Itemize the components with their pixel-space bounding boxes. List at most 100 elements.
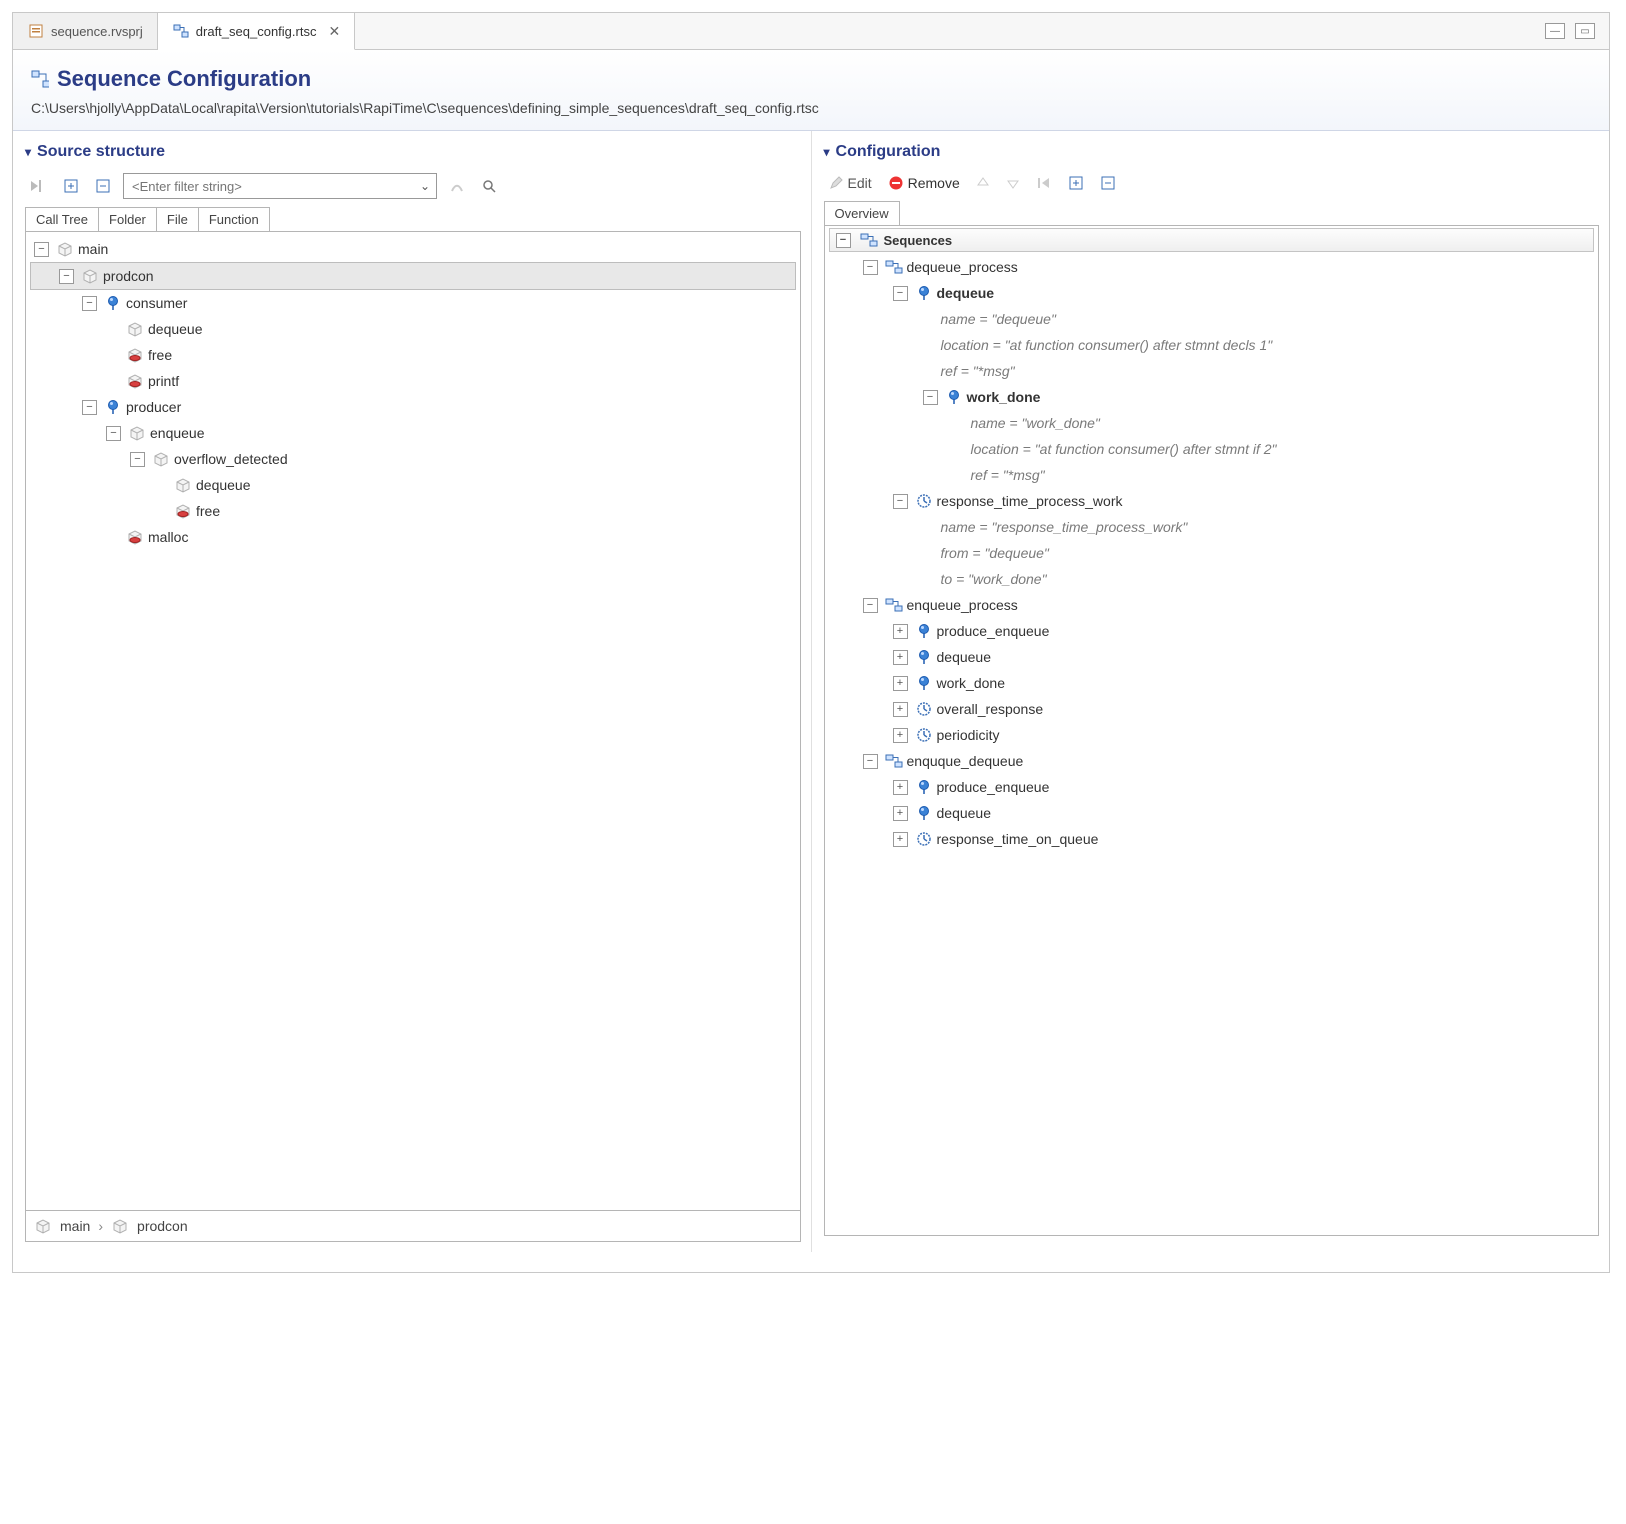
expand-toggle[interactable]: + (893, 806, 908, 821)
tree-node[interactable]: free (30, 498, 796, 524)
filter-text-input[interactable] (130, 178, 420, 195)
collapse-toggle[interactable]: − (863, 754, 878, 769)
seq-icon (885, 752, 903, 770)
collapse-toggle[interactable]: − (893, 286, 908, 301)
config-node-label: response_time_process_work (937, 493, 1123, 509)
source-tree[interactable]: −main−prodcon−consumerdequeuefreeprintf−… (25, 231, 801, 1211)
config-node[interactable]: −enquque_dequeue (827, 748, 1597, 774)
collapse-toggle[interactable]: − (106, 426, 121, 441)
editor-body: ▾ Source structure ⌄ (13, 131, 1609, 1252)
move-down-button[interactable] (1002, 174, 1024, 192)
config-property: ref = "*msg" (827, 462, 1597, 488)
config-node[interactable]: +produce_enqueue (827, 774, 1597, 800)
collapse-toggle[interactable]: − (923, 390, 938, 405)
breadcrumb-item[interactable]: main (60, 1218, 90, 1234)
tree-node[interactable]: −enqueue (30, 420, 796, 446)
tab-sequence-rvsprj[interactable]: sequence.rvsprj (13, 13, 158, 49)
tree-node[interactable]: −consumer (30, 290, 796, 316)
collapse-toggle[interactable]: − (82, 400, 97, 415)
subtab-file[interactable]: File (157, 208, 199, 231)
breadcrumb-item[interactable]: prodcon (137, 1218, 188, 1234)
close-icon[interactable]: ✕ (328, 24, 340, 38)
collapse-toggle[interactable]: − (836, 233, 851, 248)
expand-toggle[interactable]: + (893, 728, 908, 743)
collapse-all-button[interactable] (1096, 173, 1120, 193)
collapse-toggle[interactable]: − (893, 494, 908, 509)
edit-button[interactable]: Edit (824, 173, 876, 193)
collapse-toggle[interactable]: − (34, 242, 49, 257)
config-property: to = "work_done" (827, 566, 1597, 592)
move-up-button[interactable] (972, 174, 994, 192)
subtab-function[interactable]: Function (199, 208, 269, 231)
tab-draft-seq-config[interactable]: draft_seq_config.rtsc ✕ (158, 13, 355, 50)
config-node[interactable]: − work_done (827, 384, 1597, 410)
search-button[interactable] (477, 176, 501, 196)
expand-all-button[interactable] (59, 176, 83, 196)
box-red-icon (126, 372, 144, 390)
config-property-text: location = "at function consumer() after… (941, 337, 1273, 353)
clear-filter-button[interactable] (445, 176, 469, 196)
config-node[interactable]: +overall_response (827, 696, 1597, 722)
seq-icon (885, 258, 903, 276)
tree-node[interactable]: −main (30, 236, 796, 262)
config-node[interactable]: + dequeue (827, 800, 1597, 826)
config-node[interactable]: +response_time_on_queue (827, 826, 1597, 852)
goto-button[interactable] (25, 176, 51, 196)
collapse-toggle[interactable]: − (82, 296, 97, 311)
collapse-arrow-icon: ▾ (824, 145, 830, 159)
subtab-folder[interactable]: Folder (99, 208, 157, 231)
minimize-button[interactable]: — (1545, 23, 1565, 39)
config-node[interactable]: −enqueue_process (827, 592, 1597, 618)
subtab-overview[interactable]: Overview (825, 202, 899, 225)
config-node[interactable]: +produce_enqueue (827, 618, 1597, 644)
tree-node[interactable]: −prodcon (30, 262, 796, 290)
config-node[interactable]: −dequeue_process (827, 254, 1597, 280)
config-tree[interactable]: −Sequences−dequeue_process−dequeuename =… (824, 225, 1600, 1236)
go-to-start-button[interactable] (1032, 174, 1056, 192)
remove-button[interactable]: Remove (884, 173, 964, 193)
maximize-button[interactable]: ▭ (1575, 23, 1595, 39)
collapse-toggle[interactable]: − (130, 452, 145, 467)
collapse-toggle[interactable]: − (863, 598, 878, 613)
expand-toggle[interactable]: + (893, 780, 908, 795)
chevron-down-icon[interactable]: ⌄ (420, 179, 430, 193)
collapse-toggle[interactable]: − (59, 269, 74, 284)
config-property: location = "at function consumer() after… (827, 436, 1597, 462)
tree-node-label: free (196, 503, 220, 519)
tree-node-label: malloc (148, 529, 188, 545)
config-node[interactable]: +periodicity (827, 722, 1597, 748)
tree-node[interactable]: malloc (30, 524, 796, 550)
config-node[interactable]: +dequeue (827, 644, 1597, 670)
pin-icon (915, 674, 933, 692)
tree-node[interactable]: dequeue (30, 472, 796, 498)
expand-toggle[interactable]: + (893, 702, 908, 717)
tree-leaf-marker (106, 349, 119, 362)
sequence-config-icon (860, 231, 878, 249)
sequences-root[interactable]: −Sequences (829, 228, 1595, 252)
tree-node[interactable]: free (30, 342, 796, 368)
expand-toggle[interactable]: + (893, 650, 908, 665)
source-structure-header[interactable]: ▾ Source structure (25, 137, 801, 169)
config-node[interactable]: +work_done (827, 670, 1597, 696)
pin-icon (915, 648, 933, 666)
expand-toggle[interactable]: + (893, 832, 908, 847)
config-property-text: to = "work_done" (941, 571, 1047, 587)
tree-node[interactable]: −producer (30, 394, 796, 420)
collapse-toggle[interactable]: − (863, 260, 878, 275)
collapse-all-button[interactable] (91, 176, 115, 196)
expand-all-button[interactable] (1064, 173, 1088, 193)
tree-node[interactable]: dequeue (30, 316, 796, 342)
config-property: ref = "*msg" (827, 358, 1597, 384)
configuration-header[interactable]: ▾ Configuration (824, 137, 1600, 169)
filter-input[interactable]: ⌄ (123, 173, 437, 199)
config-node[interactable]: −dequeue (827, 280, 1597, 306)
config-node-label: work_done (967, 389, 1041, 405)
tree-node[interactable]: −overflow_detected (30, 446, 796, 472)
config-node-label: dequeue (937, 805, 992, 821)
tree-node[interactable]: printf (30, 368, 796, 394)
config-node[interactable]: − response_time_process_work (827, 488, 1597, 514)
pin-icon (915, 778, 933, 796)
expand-toggle[interactable]: + (893, 624, 908, 639)
expand-toggle[interactable]: + (893, 676, 908, 691)
subtab-call-tree[interactable]: Call Tree (26, 208, 99, 231)
